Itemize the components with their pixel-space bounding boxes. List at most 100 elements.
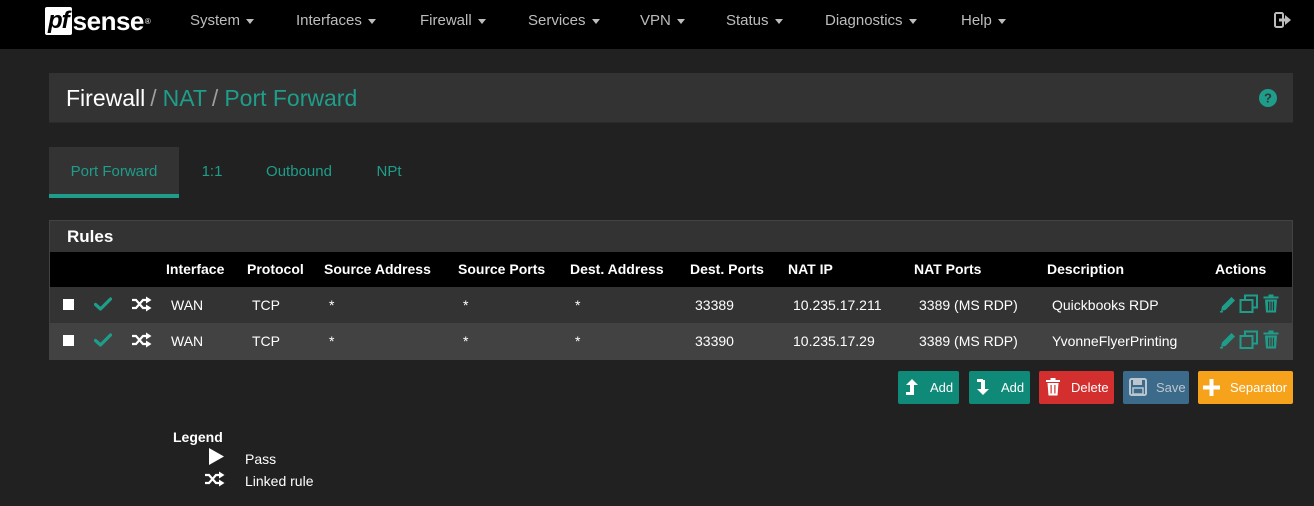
cell-dest-address: *	[575, 333, 581, 349]
column-header-source-address[interactable]: Source Address	[324, 261, 431, 277]
column-header-interface[interactable]: Interface	[166, 261, 224, 277]
cell-nat-ports: 3389 (MS RDP)	[919, 297, 1018, 313]
nav-help[interactable]: Help	[961, 0, 1006, 42]
cell-dest-ports: 33389	[695, 297, 734, 313]
cell-nat-ports: 3389 (MS RDP)	[919, 333, 1018, 349]
column-header-dest-address[interactable]: Dest. Address	[570, 261, 664, 277]
save-button[interactable]: Save	[1123, 371, 1189, 404]
level-down-icon	[977, 379, 989, 395]
trash-icon[interactable]	[1263, 294, 1279, 313]
column-header-nat-ports[interactable]: NAT Ports	[914, 261, 981, 277]
breadcrumb-bar: Firewall / NAT / Port Forward ?	[49, 73, 1293, 123]
add-top-label: Add	[930, 380, 954, 395]
random-icon	[132, 332, 152, 348]
tab-npt[interactable]: NPt	[364, 147, 414, 198]
registered-mark: ®	[144, 16, 151, 26]
cell-source-ports: *	[463, 333, 469, 349]
top-navbar: pf sense ® System Interfaces Firewall Se…	[0, 0, 1314, 49]
logo-pf: pf	[45, 7, 72, 35]
nav-firewall[interactable]: Firewall	[420, 0, 486, 42]
add-separator-button[interactable]: Separator	[1198, 371, 1293, 404]
clone-icon[interactable]	[1239, 294, 1259, 314]
pencil-icon[interactable]	[1219, 295, 1237, 313]
tab-one-to-one[interactable]: 1:1	[189, 147, 235, 198]
play-icon	[209, 448, 224, 465]
nav-status[interactable]: Status	[726, 0, 783, 42]
breadcrumb-root: Firewall	[66, 85, 146, 111]
add-rule-bottom-button[interactable]: Add	[969, 371, 1030, 404]
trash-icon	[1046, 378, 1060, 396]
cell-dest-ports: 33390	[695, 333, 734, 349]
tab-outbound[interactable]: Outbound	[253, 147, 345, 198]
table-row[interactable]: WAN TCP * * * 33390 10.235.17.29 3389 (M…	[50, 323, 1292, 359]
nav-system[interactable]: System	[190, 0, 255, 42]
caret-down-icon	[908, 18, 917, 24]
add-bottom-label: Add	[1001, 380, 1025, 395]
clone-icon[interactable]	[1239, 330, 1259, 350]
breadcrumb: Firewall / NAT / Port Forward	[66, 85, 357, 111]
cell-description: YvonneFlyerPrinting	[1052, 333, 1178, 349]
save-label: Save	[1156, 380, 1186, 395]
row-select-checkbox[interactable]	[63, 335, 74, 346]
cell-protocol: TCP	[252, 333, 280, 349]
rules-panel: Rules Interface Protocol Source Address …	[49, 220, 1293, 360]
trash-icon[interactable]	[1263, 330, 1279, 349]
cell-source-ports: *	[463, 297, 469, 313]
breadcrumb-nat-link[interactable]: NAT	[163, 85, 207, 111]
column-header-protocol[interactable]: Protocol	[247, 261, 304, 277]
nav-services-label: Services	[528, 12, 586, 29]
row-select-checkbox[interactable]	[63, 299, 74, 310]
legend-linked-rule-label: Linked rule	[245, 473, 314, 489]
cell-description: Quickbooks RDP	[1052, 297, 1159, 313]
caret-down-icon	[591, 18, 600, 24]
table-header: Interface Protocol Source Address Source…	[50, 252, 1292, 287]
nav-system-label: System	[190, 12, 241, 29]
sign-out-icon[interactable]	[1274, 11, 1292, 29]
cell-source-address: *	[329, 297, 335, 313]
question-circle-icon[interactable]: ?	[1258, 88, 1278, 108]
cell-nat-ip: 10.235.17.211	[793, 297, 882, 313]
cell-interface: WAN	[171, 297, 204, 313]
caret-down-icon	[774, 18, 783, 24]
column-header-source-ports[interactable]: Source Ports	[458, 261, 545, 277]
nav-vpn[interactable]: VPN	[640, 0, 685, 42]
breadcrumb-separator: /	[150, 85, 157, 111]
breadcrumb-separator: /	[211, 85, 219, 111]
svg-text:?: ?	[1264, 91, 1272, 106]
column-header-dest-ports[interactable]: Dest. Ports	[690, 261, 764, 277]
legend-title: Legend	[173, 429, 223, 445]
caret-down-icon	[997, 18, 1006, 24]
delete-button[interactable]: Delete	[1039, 371, 1114, 404]
pencil-icon[interactable]	[1219, 331, 1237, 349]
plus-icon	[1203, 379, 1220, 396]
random-icon	[205, 471, 225, 487]
check-icon[interactable]	[94, 297, 112, 311]
pfsense-logo[interactable]: pf sense ®	[45, 6, 151, 36]
column-header-nat-ip[interactable]: NAT IP	[788, 261, 833, 277]
nav-interfaces-label: Interfaces	[296, 12, 362, 29]
random-icon	[132, 296, 152, 312]
cell-dest-address: *	[575, 297, 581, 313]
legend-pass-label: Pass	[245, 451, 277, 467]
breadcrumb-port-forward-link[interactable]: Port Forward	[224, 85, 357, 111]
add-rule-top-button[interactable]: Add	[898, 371, 959, 404]
table-row[interactable]: WAN TCP * * * 33389 10.235.17.211 3389 (…	[50, 287, 1292, 323]
nav-diagnostics[interactable]: Diagnostics	[825, 0, 917, 42]
save-icon	[1129, 378, 1147, 396]
cell-interface: WAN	[171, 333, 204, 349]
nav-interfaces[interactable]: Interfaces	[296, 0, 376, 42]
logo-sense: sense	[72, 6, 145, 36]
nav-diagnostics-label: Diagnostics	[825, 12, 903, 29]
cell-source-address: *	[329, 333, 335, 349]
column-header-actions: Actions	[1215, 261, 1267, 277]
column-header-description[interactable]: Description	[1047, 261, 1124, 277]
nav-vpn-label: VPN	[640, 12, 671, 29]
cell-nat-ip: 10.235.17.29	[793, 333, 875, 349]
separator-label: Separator	[1230, 380, 1288, 395]
check-icon[interactable]	[94, 333, 112, 347]
caret-down-icon	[676, 18, 685, 24]
caret-down-icon	[246, 18, 255, 24]
nav-services[interactable]: Services	[528, 0, 600, 42]
level-up-icon	[906, 379, 918, 395]
tab-port-forward[interactable]: Port Forward	[49, 147, 179, 198]
